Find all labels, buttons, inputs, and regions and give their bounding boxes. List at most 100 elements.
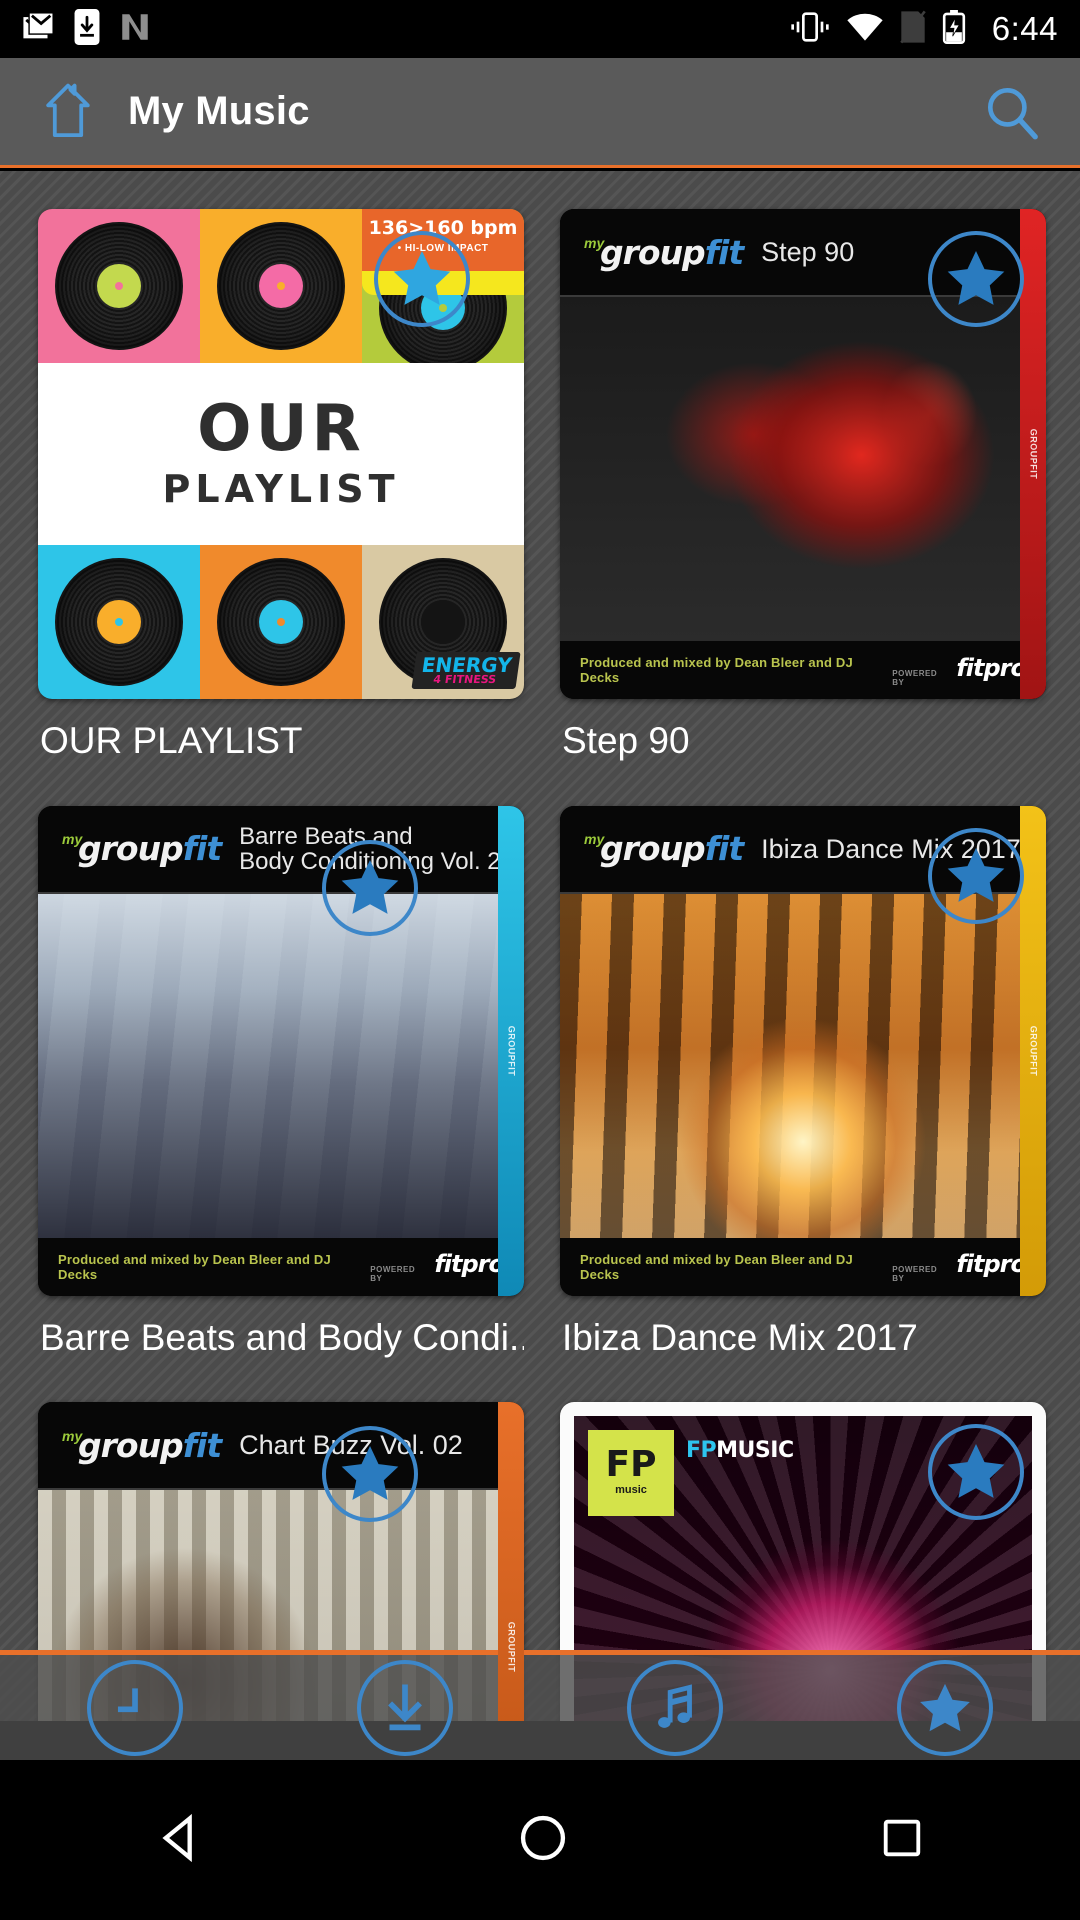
our-playlist-wordmark: OUR PLAYLIST: [38, 362, 524, 546]
powered-label: POWERED BY: [892, 1265, 938, 1284]
status-bar: 6:44: [0, 0, 1080, 58]
vinyl-tile: [38, 209, 200, 363]
producer-credit: Produced and mixed by Dean Bleer and DJ …: [58, 1251, 331, 1282]
album-cover-barre-beats[interactable]: my group fit Barre Beats and Body Condit…: [38, 805, 524, 1296]
music-note-icon[interactable]: [627, 1659, 723, 1756]
logo-fit: fit: [182, 829, 222, 869]
playlist-title: Step 90: [562, 721, 690, 761]
fitpro-logo: fitpro: [434, 1250, 505, 1279]
playlist-title: Barre Beats and Body Condi...: [40, 1317, 524, 1358]
album-cover-our-playlist[interactable]: 136>160 bpm • HI-LOW IMPACT OUR PLAYLIST: [38, 209, 524, 699]
wifi-icon: [846, 11, 884, 48]
fp-glyph: FP: [605, 1443, 657, 1485]
fitpro-logo: fitpro: [956, 653, 1027, 682]
playlist-card[interactable]: my group fit Barre Beats and Body Condit…: [38, 805, 524, 1403]
star-icon: [947, 847, 1005, 902]
album-header: my group fit Chart Buzz Vol. 02: [38, 1402, 524, 1491]
status-bar-left-icons: [22, 8, 152, 50]
album-photo: [560, 297, 1046, 641]
playlist-scroll-area[interactable]: 136>160 bpm • HI-LOW IMPACT OUR PLAYLIST: [0, 171, 1080, 1721]
logo-fit: fit: [704, 829, 744, 869]
vinyl-record-icon: [55, 221, 183, 350]
logo-my: my: [62, 1427, 83, 1444]
recent-icon[interactable]: [87, 1659, 183, 1756]
logo-fit: fit: [182, 1425, 222, 1465]
playlist-title: OUR PLAYLIST: [40, 721, 303, 761]
status-bar-clock: 6:44: [991, 10, 1058, 47]
album-photo: [38, 893, 524, 1238]
vinyl-tile: [38, 545, 200, 699]
powered-by: POWERED BY fitpro: [370, 1250, 505, 1284]
mygroupfit-logo: my group fit: [584, 232, 744, 272]
nova-launcher-icon: [118, 10, 152, 49]
android-system-nav: [0, 1760, 1080, 1920]
producer-credit: Produced and mixed by Dean Bleer and DJ …: [580, 655, 853, 685]
home-button[interactable]: [517, 1812, 569, 1869]
bottom-navigation-bar: [0, 1650, 1080, 1760]
energy4fitness-logo: ENERGY 4 FITNESS: [411, 651, 521, 689]
back-button[interactable]: [155, 1812, 207, 1869]
page-title: My Music: [128, 89, 310, 133]
playlist-grid: 136>160 bpm • HI-LOW IMPACT OUR PLAYLIST: [0, 171, 1080, 1721]
album-footer: Produced and mixed by Dean Bleer and DJ …: [38, 1237, 524, 1296]
star-icon[interactable]: [897, 1659, 993, 1756]
vinyl-record-icon: [217, 221, 345, 350]
album-name: Step 90: [761, 236, 855, 267]
mygroupfit-logo: my group fit: [62, 829, 222, 869]
album-footer: Produced and mixed by Dean Bleer and DJ …: [560, 1237, 1046, 1296]
favorite-star-badge[interactable]: [322, 1426, 418, 1523]
logo-group: group: [78, 829, 184, 869]
recents-button[interactable]: [879, 1815, 925, 1866]
app-bar: My Music: [0, 58, 1080, 168]
star-icon: [393, 250, 451, 305]
album-photo: [560, 893, 1046, 1238]
album-spine: GROUPFIT: [498, 805, 524, 1296]
star-icon: [947, 1444, 1005, 1499]
battery-charging-icon: [942, 9, 966, 49]
powered-label: POWERED BY: [892, 668, 938, 687]
logo-group: group: [78, 1425, 184, 1465]
album-cover-step-90[interactable]: my group fit Step 90 Produced and mixed …: [560, 209, 1046, 699]
playlist-title: Ibiza Dance Mix 2017: [562, 1317, 918, 1358]
logo-group: group: [600, 232, 706, 272]
vinyl-record-icon: [217, 558, 345, 687]
cover-word-our: OUR: [197, 391, 365, 466]
home-icon[interactable]: [30, 74, 106, 150]
producer-credit: Produced and mixed by Dean Bleer and DJ …: [580, 1251, 853, 1282]
logo-fit: fit: [704, 232, 744, 272]
fpmusic-logo: FP music: [588, 1430, 674, 1517]
favorite-star-badge[interactable]: [928, 827, 1024, 924]
album-header: my group fit Barre Beats and Body Condit…: [38, 805, 524, 894]
groupfit-artwork: my group fit Barre Beats and Body Condit…: [38, 805, 524, 1296]
download-icon: [74, 8, 100, 50]
fpmusic-wordmark: FPMUSIC: [686, 1438, 794, 1463]
mygroupfit-logo: my group fit: [62, 1425, 222, 1465]
powered-by: POWERED BY fitpro: [892, 653, 1027, 687]
favorite-star-badge[interactable]: [928, 1424, 1024, 1521]
logo-my: my: [62, 831, 83, 848]
fp-sublabel: music: [615, 1483, 647, 1496]
fp-word-fp: FP: [686, 1438, 717, 1464]
status-bar-right-icons: 6:44: [790, 9, 1058, 49]
cover-word-playlist: PLAYLIST: [162, 466, 400, 511]
playlist-card[interactable]: my group fit Ibiza Dance Mix 2017 Produc…: [560, 805, 1046, 1403]
star-icon: [341, 859, 399, 914]
favorite-star-badge[interactable]: [928, 231, 1024, 327]
search-icon[interactable]: [974, 74, 1050, 150]
vinyl-tile: [200, 545, 362, 699]
album-footer: Produced and mixed by Dean Bleer and DJ …: [560, 641, 1046, 699]
favorite-star-badge[interactable]: [374, 231, 470, 327]
star-icon: [341, 1446, 399, 1501]
favorite-star-badge[interactable]: [322, 839, 418, 936]
download-icon[interactable]: [357, 1659, 453, 1756]
fp-word-music: MUSIC: [716, 1438, 794, 1464]
album-cover-ibiza-dance-mix[interactable]: my group fit Ibiza Dance Mix 2017 Produc…: [560, 805, 1046, 1296]
playlist-card[interactable]: my group fit Step 90 Produced and mixed …: [560, 209, 1046, 806]
powered-by: POWERED BY fitpro: [892, 1250, 1027, 1284]
vinyl-tile: [200, 209, 362, 363]
fitpro-logo: fitpro: [956, 1250, 1027, 1279]
playlist-card[interactable]: 136>160 bpm • HI-LOW IMPACT OUR PLAYLIST: [38, 209, 524, 806]
logo-my: my: [584, 234, 605, 251]
powered-label: POWERED BY: [370, 1265, 416, 1284]
no-sim-icon: [900, 10, 926, 49]
